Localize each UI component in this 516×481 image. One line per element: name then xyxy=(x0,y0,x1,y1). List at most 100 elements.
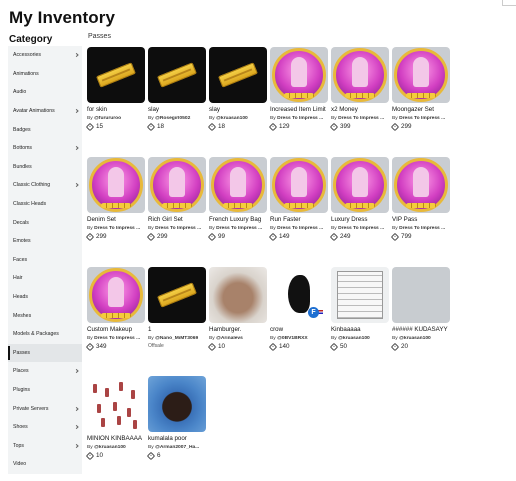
item-card[interactable]: Rich Girl Set By Dress To Impress ... 299 xyxy=(146,157,206,241)
item-card[interactable]: VIP Pass By Dress To Impress ... 799 xyxy=(390,157,450,241)
item-card[interactable]: Hamburger. By @Arinalevs 10 xyxy=(207,267,267,351)
portrait-photo-icon[interactable] xyxy=(148,376,206,432)
creator-link[interactable]: @0BV1BRXX xyxy=(277,336,308,341)
item-card[interactable]: Fcrow By @0BV1BRXX 140 xyxy=(268,267,328,351)
creator-link[interactable]: Dress To Impress ... xyxy=(94,336,140,341)
item-card[interactable]: slay By @Rosegirl0502 18 xyxy=(146,47,206,131)
sidebar-item-emotes[interactable]: Emotes xyxy=(8,232,82,251)
creator-link[interactable]: Dress To Impress ... xyxy=(277,226,323,231)
pass-emblem-icon[interactable] xyxy=(392,47,450,103)
sidebar-item-bundles[interactable]: Bundles xyxy=(8,158,82,177)
item-name[interactable]: Custom Makeup xyxy=(87,326,145,334)
item-name[interactable]: Luxury Dress xyxy=(331,216,389,224)
creator-link[interactable]: @furururoo xyxy=(94,116,121,121)
item-card[interactable]: Kinbaaaaa By @kruasan100 50 xyxy=(329,267,389,351)
item-name[interactable]: Kinbaaaaa xyxy=(331,326,389,334)
item-name[interactable]: kumalala poor xyxy=(148,435,206,443)
item-name[interactable]: Increased Item Limit xyxy=(270,106,328,114)
creator-link[interactable]: @kruasan100 xyxy=(338,336,370,341)
item-card[interactable]: MINION KINBAAAA By @kruasan100 10 xyxy=(85,376,145,460)
item-card[interactable]: French Luxury Bag By Dress To Impress ...… xyxy=(207,157,267,241)
creator-link[interactable]: @kruasan100 xyxy=(216,116,248,121)
creator-link[interactable]: Dress To Impress ... xyxy=(399,116,445,121)
item-name[interactable]: Hamburger. xyxy=(209,326,267,334)
creator-link[interactable]: @kruasan100 xyxy=(94,445,126,450)
creator-link[interactable]: Dress To Impress ... xyxy=(277,116,323,121)
item-name[interactable]: x2 Money xyxy=(331,106,389,114)
sidebar-item-shoes[interactable]: Shoes xyxy=(8,418,82,437)
item-name[interactable]: for skin xyxy=(87,106,145,114)
item-card[interactable]: kumalala poor By @Arman2007_Ha... 6 xyxy=(146,376,206,460)
pass-emblem-icon[interactable] xyxy=(331,157,389,213)
item-card[interactable]: Luxury Dress By Dress To Impress ... 249 xyxy=(329,157,389,241)
creator-link[interactable]: Dress To Impress ... xyxy=(338,226,384,231)
sidebar-item-decals[interactable]: Decals xyxy=(8,213,82,232)
item-name[interactable]: VIP Pass xyxy=(392,216,450,224)
sidebar-item-video[interactable]: Video xyxy=(8,455,82,474)
gold-ticket-icon[interactable] xyxy=(148,47,206,103)
sidebar-item-plugins[interactable]: Plugins xyxy=(8,381,82,400)
item-card[interactable]: Increased Item Limit By Dress To Impress … xyxy=(268,47,328,131)
item-name[interactable]: slay xyxy=(148,106,206,114)
item-name[interactable]: Denim Set xyxy=(87,216,145,224)
pass-emblem-icon[interactable] xyxy=(331,47,389,103)
creator-link[interactable]: Dress To Impress ... xyxy=(338,116,384,121)
pass-emblem-icon[interactable] xyxy=(87,157,145,213)
item-card[interactable]: Moongazer Set By Dress To Impress ... 299 xyxy=(390,47,450,131)
sidebar-item-audio[interactable]: Audio xyxy=(8,83,82,102)
sidebar-item-accessories[interactable]: Accessories xyxy=(8,46,82,65)
creator-link[interactable]: @Arman2007_Ha... xyxy=(155,445,199,450)
pass-emblem-icon[interactable] xyxy=(392,157,450,213)
pass-emblem-icon[interactable] xyxy=(270,47,328,103)
item-name[interactable]: crow xyxy=(270,326,328,334)
sidebar-item-bottoms[interactable]: Bottoms xyxy=(8,139,82,158)
sidebar-item-classic-heads[interactable]: Classic Heads xyxy=(8,195,82,214)
creator-link[interactable]: Dress To Impress ... xyxy=(399,226,445,231)
placeholder-icon[interactable] xyxy=(392,267,450,323)
item-card[interactable]: x2 Money By Dress To Impress ... 399 xyxy=(329,47,389,131)
creator-link[interactable]: @Arinalevs xyxy=(216,336,243,341)
item-card[interactable]: ###### KUDASAYY By @kruasan100 20 xyxy=(390,267,450,351)
item-card[interactable]: slay By @kruasan100 18 xyxy=(207,47,267,131)
creator-link[interactable]: Dress To Impress ... xyxy=(155,226,201,231)
item-name[interactable]: French Luxury Bag xyxy=(209,216,267,224)
item-card[interactable]: Run Faster By Dress To Impress ... 149 xyxy=(268,157,328,241)
item-name[interactable]: ###### KUDASAYY xyxy=(392,326,450,334)
gold-ticket-icon[interactable] xyxy=(209,47,267,103)
item-card[interactable]: 1 By @Nano_MiMT3069 Offsale xyxy=(148,267,206,349)
creator-link[interactable]: @Nano_MiMT3069 xyxy=(155,336,198,341)
gold-ticket-icon[interactable] xyxy=(87,47,145,103)
pass-emblem-icon[interactable] xyxy=(270,157,328,213)
sidebar-item-passes[interactable]: Passes xyxy=(8,343,82,363)
item-name[interactable]: Moongazer Set xyxy=(392,106,450,114)
gold-ticket-icon[interactable] xyxy=(148,267,206,323)
sidebar-item-heads[interactable]: Heads xyxy=(8,288,82,307)
pass-emblem-icon[interactable] xyxy=(209,157,267,213)
item-name[interactable]: Run Faster xyxy=(270,216,328,224)
creator-link[interactable]: Dress To Impress ... xyxy=(216,226,262,231)
sidebar-item-tops[interactable]: Tops xyxy=(8,436,82,455)
pass-emblem-icon[interactable] xyxy=(148,157,206,213)
item-name[interactable]: MINION KINBAAAA xyxy=(87,435,145,443)
creator-link[interactable]: @Rosegirl0502 xyxy=(155,116,190,121)
item-name[interactable]: Rich Girl Set xyxy=(148,216,206,224)
item-name[interactable]: 1 xyxy=(148,326,206,334)
creator-link[interactable]: Dress To Impress ... xyxy=(94,226,140,231)
sidebar-item-private-servers[interactable]: Private Servers xyxy=(8,399,82,418)
sidebar-item-meshes[interactable]: Meshes xyxy=(8,306,82,325)
crow-icon[interactable]: F xyxy=(270,267,328,323)
item-card[interactable]: for skin By @furururoo 15 xyxy=(85,47,145,131)
pass-emblem-icon[interactable] xyxy=(87,267,145,323)
sidebar-item-avatar-animations[interactable]: Avatar Animations xyxy=(8,102,82,121)
sidebar-item-badges[interactable]: Badges xyxy=(8,120,82,139)
document-sheet-icon[interactable] xyxy=(331,267,389,323)
sidebar-item-classic-clothing[interactable]: Classic Clothing xyxy=(8,176,82,195)
sidebar-item-models-packages[interactable]: Models & Packages xyxy=(8,325,82,344)
minion-figures-icon[interactable] xyxy=(87,376,145,432)
sidebar-item-faces[interactable]: Faces xyxy=(8,251,82,270)
creator-link[interactable]: @kruasan100 xyxy=(399,336,431,341)
hamburger-photo-icon[interactable] xyxy=(209,267,267,323)
sidebar-item-hair[interactable]: Hair xyxy=(8,269,82,288)
item-card[interactable]: Custom Makeup By Dress To Impress ... 349 xyxy=(85,267,145,351)
item-name[interactable]: slay xyxy=(209,106,267,114)
